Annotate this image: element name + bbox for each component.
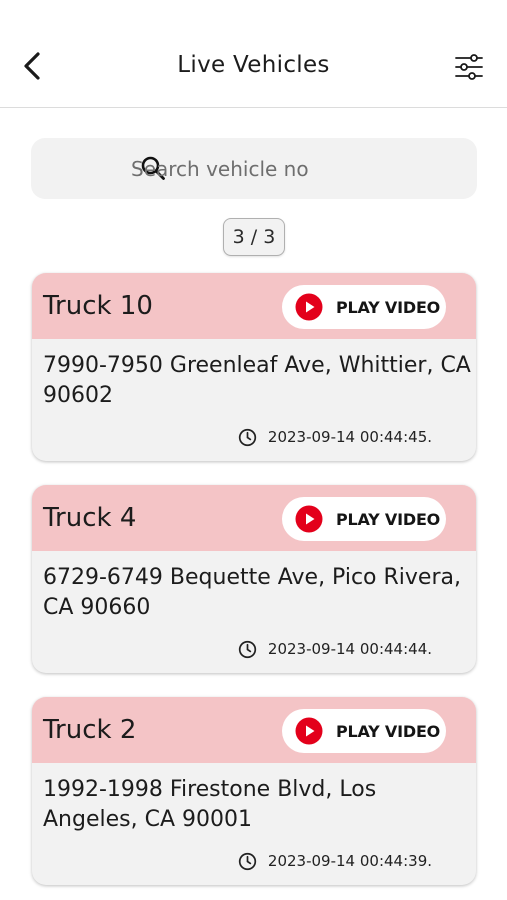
play-video-button[interactable]: PLAY VIDEO <box>282 285 446 329</box>
app-header: Live Vehicles <box>0 0 507 108</box>
vehicle-address: 6729-6749 Bequette Ave, Pico Rivera, CA … <box>43 565 461 620</box>
vehicle-card[interactable]: Truck 2 PLAY VIDEO 1992-1998 Firestone B… <box>32 697 476 885</box>
vehicle-card-header: Truck 10 PLAY VIDEO <box>32 273 476 339</box>
clock-icon <box>238 851 258 871</box>
play-video-button[interactable]: PLAY VIDEO <box>282 497 446 541</box>
search-input[interactable] <box>131 138 461 199</box>
play-video-button[interactable]: PLAY VIDEO <box>282 709 446 753</box>
filter-button[interactable] <box>450 48 488 86</box>
play-circle-icon <box>295 293 323 321</box>
vehicle-name: Truck 10 <box>43 291 153 321</box>
play-video-label: PLAY VIDEO <box>336 509 441 529</box>
vehicle-card[interactable]: Truck 10 PLAY VIDEO 7990-7950 Greenleaf … <box>32 273 476 461</box>
page-title: Live Vehicles <box>177 52 330 78</box>
search-bar[interactable] <box>31 138 477 199</box>
sliders-icon <box>455 54 483 80</box>
play-circle-icon <box>295 717 323 745</box>
timestamp-text: 2023-09-14 00:44:45. <box>267 428 432 446</box>
timestamp-text: 2023-09-14 00:44:39. <box>267 852 432 870</box>
play-video-label: PLAY VIDEO <box>336 721 441 741</box>
vehicle-timestamp: 2023-09-14 00:44:44. <box>238 639 432 659</box>
vehicle-card-header: Truck 2 PLAY VIDEO <box>32 697 476 763</box>
vehicle-timestamp: 2023-09-14 00:44:45. <box>238 427 432 447</box>
vehicle-timestamp: 2023-09-14 00:44:39. <box>238 851 432 871</box>
clock-icon <box>238 639 258 659</box>
vehicle-name: Truck 2 <box>43 715 137 745</box>
timestamp-text: 2023-09-14 00:44:44. <box>267 640 432 658</box>
clock-icon <box>238 427 258 447</box>
play-video-label: PLAY VIDEO <box>336 297 441 317</box>
vehicle-card[interactable]: Truck 4 PLAY VIDEO 6729-6749 Bequette Av… <box>32 485 476 673</box>
vehicle-address: 7990-7950 Greenleaf Ave, Whittier, CA 90… <box>43 353 471 408</box>
play-circle-icon <box>295 505 323 533</box>
vehicle-card-header: Truck 4 PLAY VIDEO <box>32 485 476 551</box>
result-counter: 3 / 3 <box>223 218 285 256</box>
vehicle-address: 1992-1998 Firestone Blvd, Los Angeles, C… <box>43 777 377 832</box>
vehicle-name: Truck 4 <box>43 503 137 533</box>
